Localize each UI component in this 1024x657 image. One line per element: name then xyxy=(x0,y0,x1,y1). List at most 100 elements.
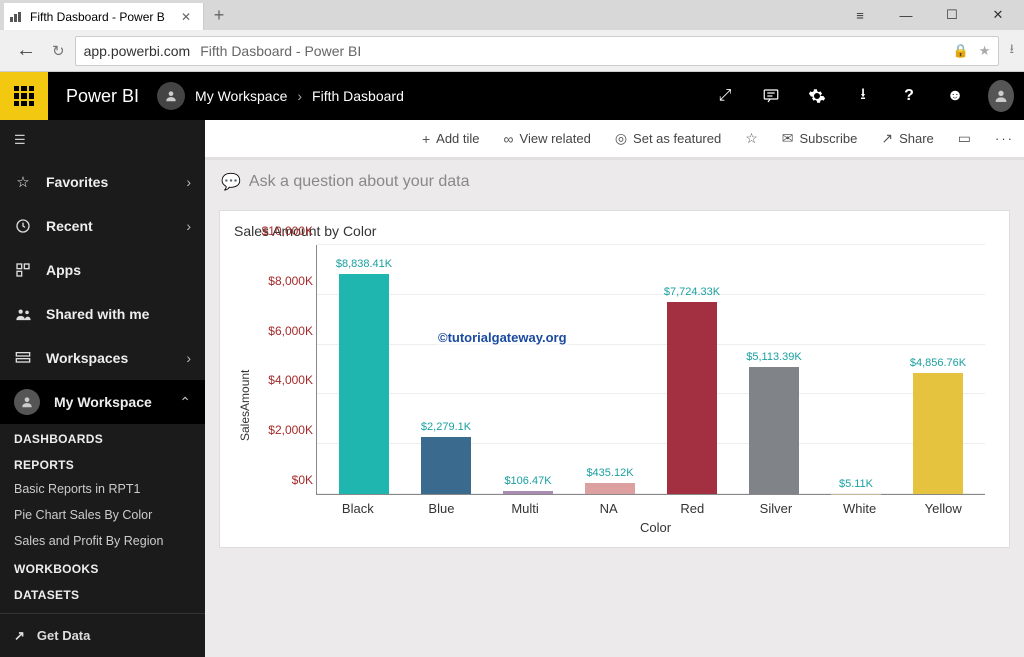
apps-icon xyxy=(14,262,32,278)
tile-title: Sales Amount by Color xyxy=(234,223,995,239)
chevron-right-icon: › xyxy=(186,174,191,190)
tab-close-icon[interactable]: ✕ xyxy=(177,10,195,24)
new-tab-button[interactable]: + xyxy=(204,5,234,26)
crumb-workspace[interactable]: My Workspace xyxy=(195,88,287,104)
refresh-button[interactable]: ↻ xyxy=(52,42,65,60)
sidebar-item-favorites[interactable]: ☆ Favorites › xyxy=(0,160,205,204)
sidebar-label: Shared with me xyxy=(46,306,191,322)
sidebar-item-shared[interactable]: Shared with me xyxy=(0,292,205,336)
app-launcher-button[interactable] xyxy=(0,72,48,120)
report-link[interactable]: Sales and Profit By Region xyxy=(0,528,205,554)
report-link[interactable]: Pie Chart Sales By Color xyxy=(0,502,205,528)
sidebar: ☰ ☆ Favorites › Recent › Apps Shared wit… xyxy=(0,120,205,657)
section-dashboards[interactable]: DASHBOARDS xyxy=(0,424,205,450)
bar-white[interactable]: $5.11K xyxy=(815,245,897,494)
chevron-right-icon: › xyxy=(297,88,302,104)
bar-rect xyxy=(749,367,798,494)
subscribe-button[interactable]: ✉Subscribe xyxy=(782,130,858,147)
bookmark-star-icon[interactable]: ★ xyxy=(979,43,991,59)
sidebar-item-recent[interactable]: Recent › xyxy=(0,204,205,248)
brand-label: Power BI xyxy=(48,86,157,107)
close-window-button[interactable]: ✕ xyxy=(976,1,1020,29)
qna-input[interactable]: 💬 Ask a question about your data xyxy=(205,160,1024,204)
chevron-right-icon: › xyxy=(186,350,191,366)
screen-icon: ▭ xyxy=(958,130,971,147)
address-bar: ← ↻ app.powerbi.com Fifth Dasboard - Pow… xyxy=(0,30,1024,72)
display-button[interactable]: ▭ xyxy=(958,130,971,147)
view-related-button[interactable]: ∞View related xyxy=(504,131,591,147)
favorite-button[interactable]: ☆ xyxy=(745,130,758,147)
bar-yellow[interactable]: $4,856.76K xyxy=(897,245,979,494)
minimize-button[interactable]: ― xyxy=(884,1,928,29)
powerbi-favicon xyxy=(10,12,24,22)
report-link[interactable]: Basic Reports in RPT1 xyxy=(0,476,205,502)
profile-avatar-icon[interactable] xyxy=(978,72,1024,120)
download-icon[interactable]: ⭳ xyxy=(1009,40,1014,62)
add-tile-button[interactable]: +Add tile xyxy=(422,131,480,147)
workspace-avatar-icon[interactable] xyxy=(157,82,185,110)
bar-value-label: $106.47K xyxy=(504,475,551,487)
share-button[interactable]: ↗Share xyxy=(881,130,933,147)
bar-rect xyxy=(667,302,716,494)
bar-value-label: $435.12K xyxy=(586,467,633,479)
menu-icon[interactable]: ≡ xyxy=(838,1,882,29)
browser-tab[interactable]: Fifth Dasboard - Power B ✕ xyxy=(4,3,204,30)
bar-value-label: $5.11K xyxy=(839,478,873,490)
y-axis-label: SalesAmount xyxy=(234,245,256,535)
url-page-title: Fifth Dasboard - Power BI xyxy=(200,43,361,59)
sidebar-item-myworkspace[interactable]: My Workspace ⌃ xyxy=(0,380,205,424)
bar-blue[interactable]: $2,279.1K xyxy=(405,245,487,494)
bar-rect xyxy=(421,437,470,494)
download-icon[interactable]: ⭳ xyxy=(840,72,886,120)
get-data-button[interactable]: ↗ Get Data xyxy=(0,613,205,657)
fullscreen-icon[interactable]: ⤢ xyxy=(702,72,748,120)
x-tick-label: White xyxy=(818,495,902,516)
feedback-smile-icon[interactable]: ☻ xyxy=(932,72,978,120)
workspaces-icon xyxy=(14,350,32,366)
url-host: app.powerbi.com xyxy=(84,43,191,59)
sidebar-label: Recent xyxy=(46,218,172,234)
comments-icon[interactable] xyxy=(748,72,794,120)
x-tick-label: Black xyxy=(316,495,400,516)
bar-red[interactable]: $7,724.33K xyxy=(651,245,733,494)
section-reports[interactable]: REPORTS xyxy=(0,450,205,476)
breadcrumb: My Workspace › Fifth Dasboard xyxy=(195,88,404,104)
mail-icon: ✉ xyxy=(782,130,794,147)
sidebar-label: My Workspace xyxy=(54,394,165,410)
maximize-button[interactable]: ☐ xyxy=(930,1,974,29)
get-data-label: Get Data xyxy=(37,628,90,643)
tab-title: Fifth Dasboard - Power B xyxy=(30,10,165,24)
section-datasets[interactable]: DATASETS xyxy=(0,580,205,606)
settings-gear-icon[interactable] xyxy=(794,72,840,120)
set-featured-button[interactable]: ◎Set as featured xyxy=(615,130,721,147)
bar-rect xyxy=(339,274,388,494)
content-area: +Add tile ∞View related ◎Set as featured… xyxy=(205,120,1024,657)
qna-placeholder: Ask a question about your data xyxy=(249,173,470,191)
more-options-button[interactable]: ··· xyxy=(995,131,1014,146)
window-controls: ≡ ― ☐ ✕ xyxy=(838,1,1020,29)
chart-tile[interactable]: Sales Amount by Color SalesAmount $0K$2,… xyxy=(219,210,1010,548)
dashboard-toolbar: +Add tile ∞View related ◎Set as featured… xyxy=(205,120,1024,160)
arrow-icon: ↗ xyxy=(14,628,25,644)
crumb-dashboard[interactable]: Fifth Dasboard xyxy=(312,88,404,104)
bar-black[interactable]: $8,838.41K xyxy=(323,245,405,494)
back-button[interactable]: ← xyxy=(10,35,42,66)
browser-chrome: Fifth Dasboard - Power B ✕ + ≡ ― ☐ ✕ ← ↻… xyxy=(0,0,1024,72)
help-icon[interactable]: ? xyxy=(886,72,932,120)
sidebar-item-workspaces[interactable]: Workspaces › xyxy=(0,336,205,380)
bar-silver[interactable]: $5,113.39K xyxy=(733,245,815,494)
sidebar-item-apps[interactable]: Apps xyxy=(0,248,205,292)
app-header: Power BI My Workspace › Fifth Dasboard ⤢… xyxy=(0,72,1024,120)
x-tick-label: Silver xyxy=(734,495,818,516)
person-icon xyxy=(14,389,40,415)
sidebar-label: Apps xyxy=(46,262,191,278)
bar-value-label: $8,838.41K xyxy=(336,258,392,270)
star-outline-icon: ☆ xyxy=(745,130,758,147)
bar-na[interactable]: $435.12K xyxy=(569,245,651,494)
sidebar-toggle-button[interactable]: ☰ xyxy=(0,120,205,160)
clock-icon xyxy=(14,218,32,234)
section-workbooks[interactable]: WORKBOOKS xyxy=(0,554,205,580)
bar-value-label: $2,279.1K xyxy=(421,421,471,433)
bar-multi[interactable]: $106.47K xyxy=(487,245,569,494)
url-input[interactable]: app.powerbi.com Fifth Dasboard - Power B… xyxy=(75,36,1000,66)
